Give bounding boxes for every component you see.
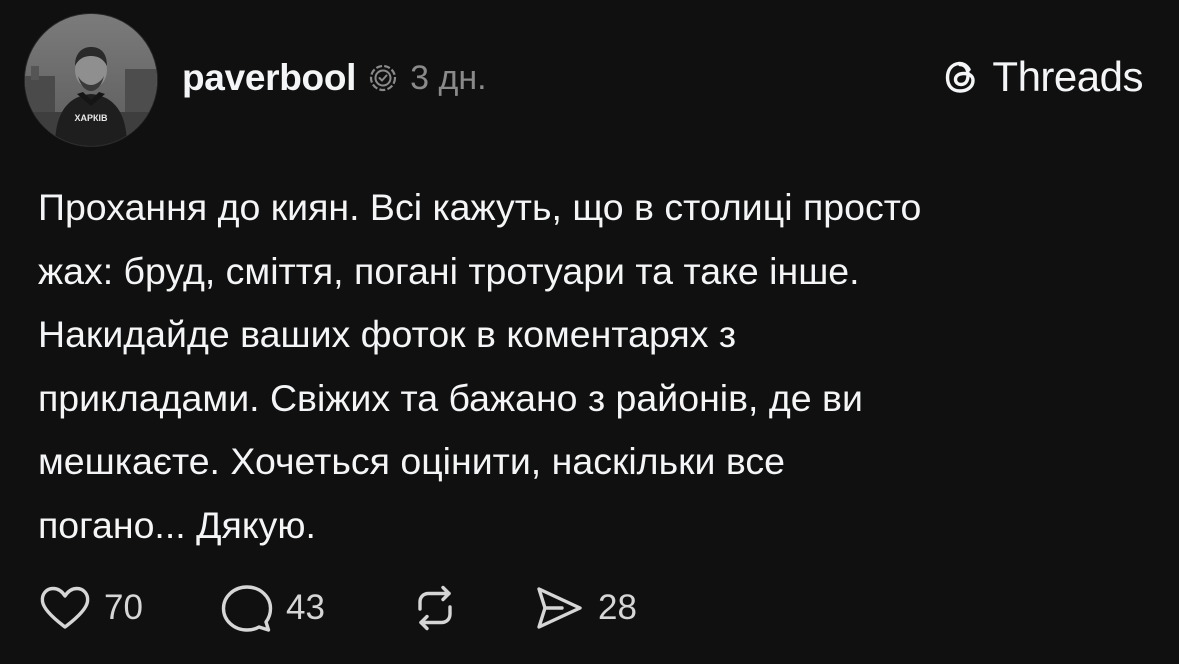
comment-count: 43 [286,588,325,627]
share-button[interactable]: 28 [532,583,637,633]
repost-button[interactable] [408,583,532,633]
post-text-line: мешкаєте. Хочеться оцінити, наскільки вс… [38,440,785,482]
post-text-line: Накидайде ваших фоток в коментарях з [38,313,737,355]
avatar[interactable]: ХАРКІВ [25,14,157,146]
post-text-line: Прохання до киян. Всі кажуть, що в столи… [38,186,922,228]
verified-badge-icon [368,63,398,93]
post-timestamp: 3 дн. [410,58,487,97]
post-header: paverbool 3 дн. [182,52,487,104]
post-text-line: погано... Дякую. [38,503,316,546]
threads-brand[interactable]: Threads [938,53,1143,101]
send-icon [537,587,582,629]
comment-bubble-icon [221,585,273,632]
like-button[interactable]: 70 [38,583,220,633]
comment-button[interactable]: 43 [220,582,408,634]
share-count: 28 [598,588,637,627]
post-text-line: жах: бруд, сміття, погані тротуари та та… [38,249,860,292]
post-actions: 70 43 28 [38,580,637,636]
like-count: 70 [104,588,143,627]
repost-icon [418,585,452,631]
heart-icon [40,586,90,629]
shirt-text: ХАРКІВ [75,113,108,123]
threads-brand-name: Threads [992,53,1143,100]
avatar-photo: ХАРКІВ [25,14,157,146]
author-username[interactable]: paverbool [182,57,356,99]
threads-logo-icon [938,54,984,100]
post-text-line: прикладами. Свіжих та бажано з районів, … [38,376,863,419]
post-body: Прохання до киян. Всі кажуть, що в столи… [38,176,1148,557]
